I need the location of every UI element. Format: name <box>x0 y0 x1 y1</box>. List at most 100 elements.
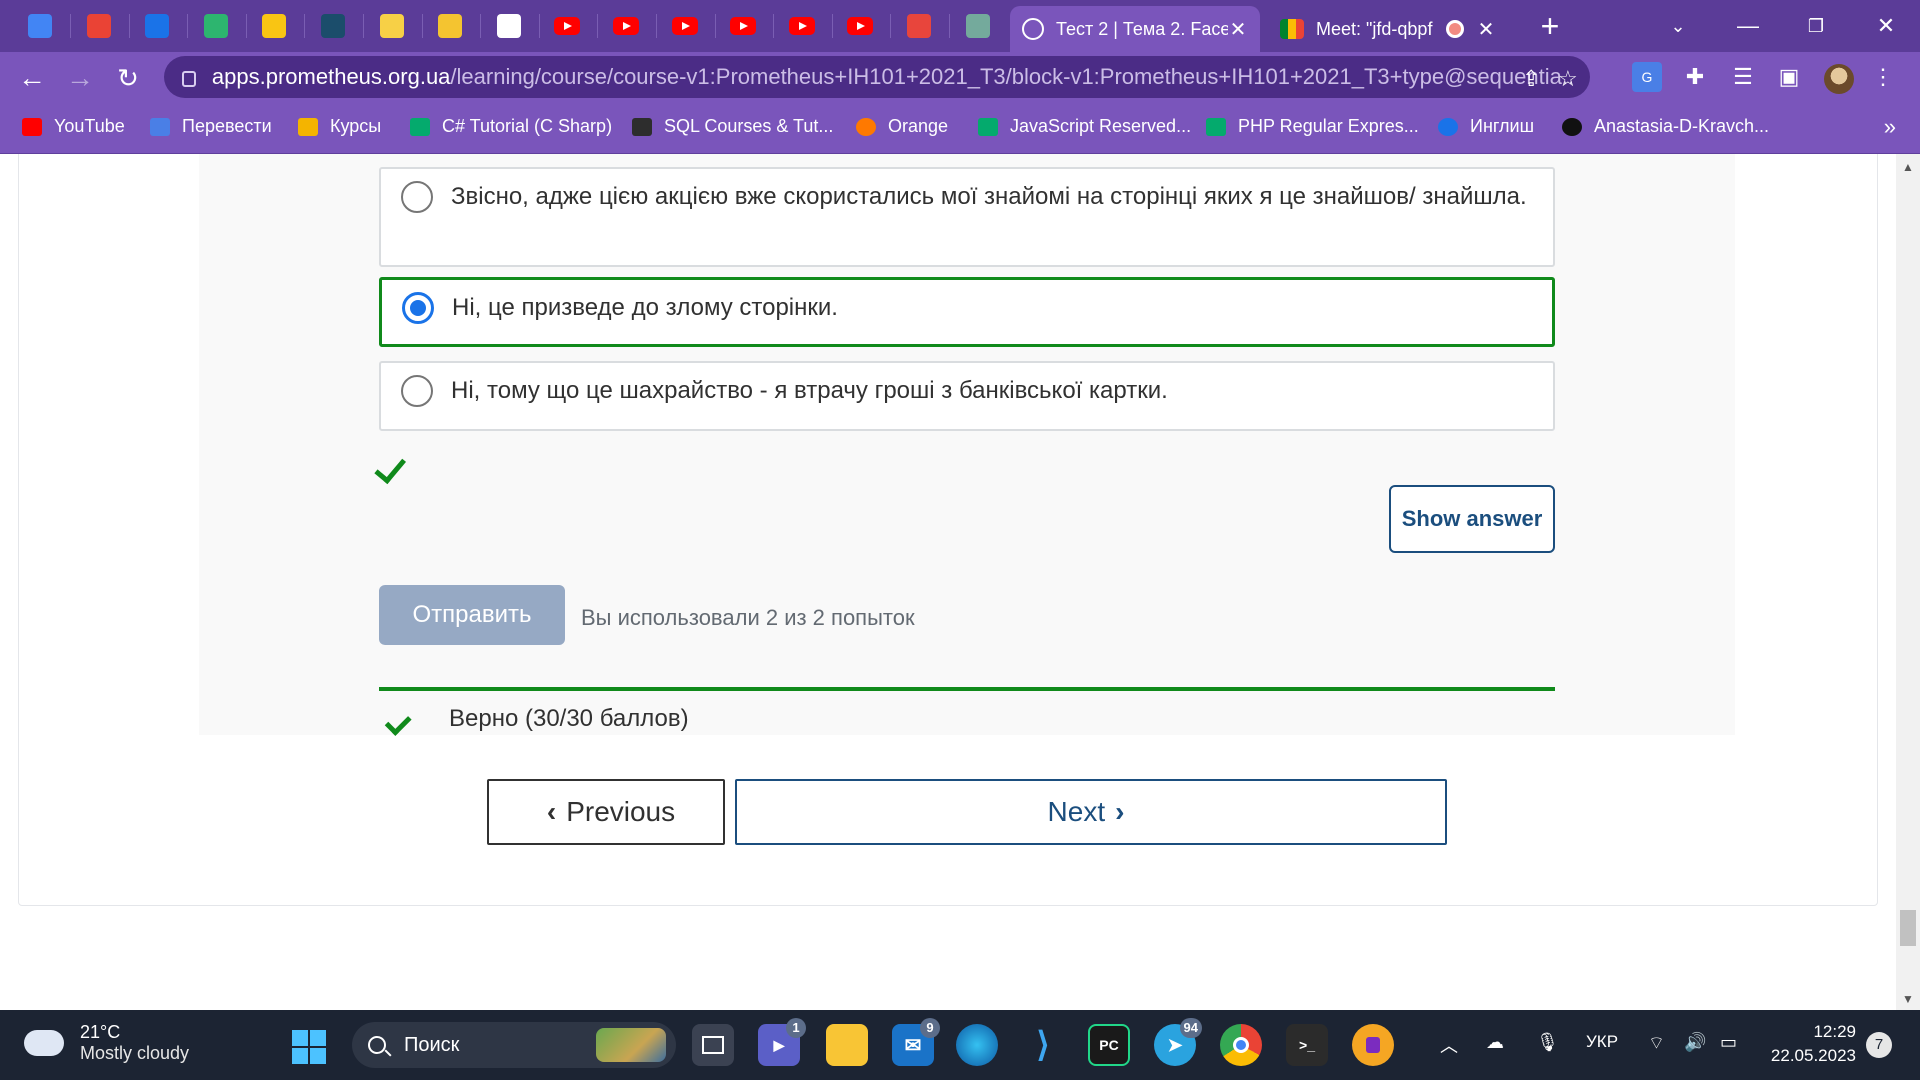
mail-icon[interactable]: ✉ 9 <box>892 1018 940 1066</box>
tray-chevron-up-icon[interactable]: ︿ <box>1440 1032 1458 1058</box>
more-menu-icon[interactable]: ⋮ <box>1868 62 1898 92</box>
close-icon[interactable]: ✕ <box>1476 17 1496 42</box>
pinned-tab[interactable] <box>366 8 418 44</box>
pinned-tab[interactable] <box>190 8 242 44</box>
pinned-tab[interactable] <box>73 8 125 44</box>
bookmark-item[interactable]: SQL Courses & Tut... <box>632 116 833 137</box>
new-tab-button[interactable]: + <box>1530 6 1570 46</box>
answer-option[interactable]: Ні, це призведе до злому сторінки. <box>379 277 1555 347</box>
bookmark-label: SQL Courses & Tut... <box>664 116 834 136</box>
pinned-tab[interactable] <box>834 8 886 44</box>
teams-icon[interactable]: ▶ 1 <box>758 1018 806 1066</box>
pinned-tab[interactable] <box>776 8 828 44</box>
pinned-tab[interactable] <box>717 8 769 44</box>
pinned-tab[interactable] <box>600 8 652 44</box>
tab-separator <box>890 14 892 38</box>
scroll-thumb[interactable] <box>1900 910 1916 946</box>
bookmark-item[interactable]: Перевести <box>150 116 272 137</box>
side-panel-icon[interactable]: ▣ <box>1774 62 1804 92</box>
volume-icon[interactable]: 🔊 <box>1684 1032 1706 1053</box>
bookmarks-overflow-chevron-icon[interactable]: » <box>1884 114 1896 140</box>
profile-avatar[interactable] <box>1824 64 1854 94</box>
show-answer-button[interactable]: Show answer <box>1389 485 1555 553</box>
taskbar-search[interactable]: Поиск <box>352 1022 676 1068</box>
pinned-tab[interactable] <box>483 8 535 44</box>
tab-separator <box>773 14 775 38</box>
pinned-tab[interactable] <box>131 8 183 44</box>
result-status: Верно (30/30 баллов) <box>399 705 689 733</box>
cloud-icon <box>1438 117 1458 136</box>
bookmark-item[interactable]: YouTube <box>22 116 125 137</box>
microphone-icon[interactable]: 🎙 <box>1536 1032 1559 1053</box>
wifi-icon[interactable]: ⌔ <box>1648 1032 1665 1055</box>
pinned-tab[interactable] <box>893 8 945 44</box>
pinned-tab[interactable] <box>541 8 593 44</box>
system-clock[interactable]: 12:29 22.05.2023 <box>1768 1020 1856 1068</box>
share-icon[interactable]: ⇪ <box>1522 66 1540 92</box>
previous-label: Previous <box>566 796 676 827</box>
pinned-tab[interactable] <box>659 8 711 44</box>
tab-search-chevron-icon[interactable]: ⌄ <box>1658 8 1698 44</box>
vpn-shield-icon[interactable] <box>1352 1024 1394 1066</box>
windows-taskbar: 21°C Mostly cloudy Поиск ▶ 1 ✉ 9 ⟩ PC ➤ … <box>0 1010 1920 1080</box>
next-button[interactable]: Next › <box>735 779 1447 845</box>
tab-active[interactable]: Тест 2 | Тема 2. Face ✕ <box>1010 6 1260 52</box>
lock-icon[interactable] <box>182 71 196 87</box>
onedrive-cloud-icon[interactable]: ☁ <box>1486 1032 1504 1053</box>
windows-start-icon[interactable] <box>292 1030 326 1064</box>
battery-icon[interactable]: ▭ <box>1720 1032 1737 1053</box>
pinned-tab[interactable] <box>952 8 1004 44</box>
chrome-icon[interactable] <box>1220 1024 1262 1066</box>
reading-list-icon[interactable]: ☰ <box>1728 62 1758 92</box>
bookmark-item[interactable]: Курсы <box>298 116 381 137</box>
reload-button[interactable]: ↻ <box>108 58 148 98</box>
weather-widget[interactable]: 21°C Mostly cloudy <box>20 1020 189 1064</box>
terminal-icon[interactable]: >_ <box>1286 1024 1328 1066</box>
language-indicator[interactable]: УКР <box>1586 1032 1618 1052</box>
forward-button[interactable]: → <box>60 58 100 98</box>
books-icon <box>145 14 170 38</box>
minimize-button[interactable]: — <box>1728 8 1768 44</box>
tab-separator <box>245 14 247 38</box>
tab-title: Meet: "jfd-qbpf <box>1316 18 1433 39</box>
radio-button[interactable] <box>402 292 434 324</box>
page-scrollbar[interactable]: ▲ ▼ <box>1896 154 1920 1010</box>
pinned-tab[interactable] <box>307 8 359 44</box>
notifications-badge[interactable]: 7 <box>1866 1032 1892 1058</box>
pinned-tab[interactable] <box>424 8 476 44</box>
bookmark-item[interactable]: Anastasia-D-Kravch... <box>1562 116 1769 137</box>
bookmark-item[interactable]: PHP Regular Expres... <box>1206 116 1419 137</box>
bookmark-item[interactable]: C# Tutorial (C Sharp) <box>410 116 612 137</box>
answer-option[interactable]: Звісно, адже цією акцією вже скористалис… <box>379 167 1555 267</box>
close-icon[interactable]: ✕ <box>1228 17 1248 42</box>
submit-button[interactable]: Отправить <box>379 585 565 645</box>
scroll-up-arrow-icon[interactable]: ▲ <box>1902 160 1914 174</box>
bookmark-item[interactable]: JavaScript Reserved... <box>978 116 1191 137</box>
scroll-down-arrow-icon[interactable]: ▼ <box>1902 992 1914 1006</box>
telegram-icon[interactable]: ➤ 94 <box>1154 1018 1202 1066</box>
pinned-tab[interactable] <box>14 8 66 44</box>
bookmark-star-icon[interactable]: ☆ <box>1558 66 1578 92</box>
google-translate-icon[interactable]: G <box>1632 62 1662 92</box>
previous-button[interactable]: ‹ Previous <box>487 779 725 845</box>
edge-icon[interactable] <box>956 1024 998 1066</box>
tab-meet[interactable]: Meet: "jfd-qbpf ✕ <box>1268 6 1508 52</box>
window-close-button[interactable]: ✕ <box>1866 8 1906 44</box>
restore-button[interactable]: ❐ <box>1796 8 1836 44</box>
answer-option[interactable]: Ні, тому що це шахрайство - я втрачу гро… <box>379 361 1555 431</box>
pycharm-icon[interactable]: PC <box>1088 1024 1130 1066</box>
file-explorer-icon[interactable] <box>826 1024 868 1066</box>
youtube-icon <box>554 17 581 35</box>
bookmark-item[interactable]: Orange <box>856 116 948 137</box>
a-logo-icon <box>496 14 521 38</box>
vscode-icon[interactable]: ⟩ <box>1022 1024 1064 1066</box>
radio-button[interactable] <box>401 181 433 213</box>
extensions-puzzle-icon[interactable]: ✚ <box>1680 62 1710 92</box>
pinned-tab[interactable] <box>248 8 300 44</box>
back-button[interactable]: ← <box>12 58 52 98</box>
tab-separator <box>70 14 71 38</box>
radio-button[interactable] <box>401 375 433 407</box>
bookmark-item[interactable]: Инглиш <box>1438 116 1534 137</box>
task-view-icon[interactable] <box>692 1024 734 1066</box>
address-bar[interactable]: apps.prometheus.org.ua/learning/course/c… <box>164 56 1590 98</box>
